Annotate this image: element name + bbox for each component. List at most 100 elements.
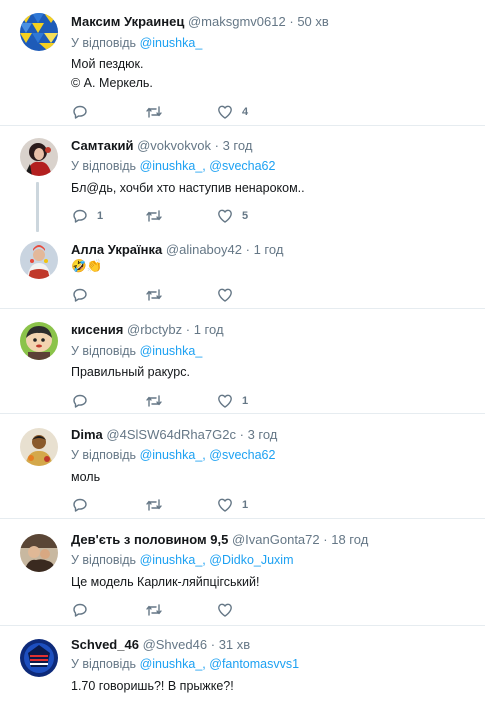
reply-icon [73, 498, 87, 512]
retweet-button[interactable] [145, 601, 163, 619]
avatar[interactable] [20, 13, 58, 51]
mention-link[interactable]: @svecha62 [209, 448, 275, 462]
reply-button[interactable] [72, 286, 88, 304]
tweet-text: Правильный ракурс. [71, 365, 190, 379]
avatar[interactable] [20, 322, 58, 360]
tweet-text: © А. Меркель. [71, 76, 153, 90]
author-name[interactable]: Самтакий [71, 138, 133, 153]
reply-context: У відповідь @inushka_, @svecha62 [71, 159, 275, 173]
like-count: 1 [242, 499, 249, 511]
author-name[interactable]: Алла Українка [71, 242, 162, 257]
reply-button[interactable] [72, 103, 88, 121]
separator-dot: · [210, 637, 216, 652]
avatar[interactable] [20, 138, 58, 176]
heart-icon [218, 105, 232, 119]
mention-link[interactable]: @inushka_, [140, 159, 206, 173]
reply-prefix: У відповідь [71, 344, 137, 358]
separator-dot: · [239, 427, 244, 442]
reply-button[interactable]: 1 [72, 207, 103, 225]
mention-link[interactable]: @svecha62 [209, 159, 275, 173]
like-button[interactable] [217, 286, 233, 304]
mention-link[interactable]: @inushka_ [140, 36, 203, 50]
mention-link[interactable]: @inushka_, [140, 448, 206, 462]
retweet-button[interactable] [145, 496, 163, 514]
retweet-icon [146, 289, 162, 301]
timestamp[interactable]: 1 год [194, 322, 224, 337]
like-button[interactable]: 1 [217, 392, 248, 410]
mention-link[interactable]: @Didko_Juxim [209, 553, 293, 567]
tweet[interactable]: Самтакий @vokvokvok · 3 год У відповідь … [0, 126, 485, 233]
timestamp[interactable]: 1 год [254, 242, 284, 257]
author-handle[interactable]: @rbctybz [127, 322, 182, 337]
reply-prefix: У відповідь [71, 159, 137, 173]
retweet-button[interactable] [145, 392, 163, 410]
like-button[interactable]: 5 [217, 207, 248, 225]
heart-icon [218, 288, 232, 302]
heart-icon [218, 209, 232, 223]
author-handle[interactable]: @maksgmv0612 [188, 14, 286, 29]
tweet-text: моль [71, 470, 101, 484]
author-handle[interactable]: @Shved46 [143, 637, 208, 652]
retweet-button[interactable] [145, 103, 163, 121]
author-name[interactable]: Dima [71, 427, 103, 442]
retweet-button[interactable] [145, 286, 163, 304]
timestamp[interactable]: 3 год [223, 138, 253, 153]
reply-prefix: У відповідь [71, 36, 137, 50]
separator-dot: · [289, 14, 294, 29]
reply-prefix: У відповідь [71, 553, 137, 567]
tweet[interactable]: Dima @4SlSW64dRha7G2c · 3 год У відповід… [0, 414, 485, 518]
reply-icon [73, 603, 87, 617]
avatar[interactable] [20, 639, 58, 677]
tweet-text: Це модель Карлик-ляйпцігський! [71, 575, 260, 589]
separator-dot: · [214, 138, 219, 153]
tweet[interactable]: Дев'єть з половином 9,5 @IvanGonta72 · 1… [0, 519, 485, 625]
like-button[interactable]: 1 [217, 496, 248, 514]
like-button[interactable] [217, 601, 233, 619]
timestamp[interactable]: 3 год [248, 427, 278, 442]
retweet-icon [146, 499, 162, 511]
reply-icon [73, 209, 87, 223]
tweet-text: Мой пездюк. [71, 57, 144, 71]
author-name[interactable]: кисения [71, 322, 123, 337]
reply-button[interactable] [72, 601, 88, 619]
timestamp[interactable]: 31 хв [219, 637, 250, 652]
tweet[interactable]: Максим Украинец @maksgmv0612 · 50 хв У в… [0, 0, 485, 125]
mention-link[interactable]: @inushka_, [140, 553, 206, 567]
avatar[interactable] [20, 534, 58, 572]
author-name[interactable]: Дев'єть з половином 9,5 [71, 532, 228, 547]
retweet-icon [146, 210, 162, 222]
mention-link[interactable]: @inushka_ [140, 344, 203, 358]
retweet-icon [146, 106, 162, 118]
mention-link[interactable]: @inushka_, [140, 657, 206, 671]
retweet-icon [146, 604, 162, 616]
avatar[interactable] [20, 241, 58, 279]
retweet-button[interactable] [145, 207, 163, 225]
like-count: 5 [242, 210, 249, 222]
tweet[interactable]: кисения @rbctybz · 1 год У відповідь @in… [0, 309, 485, 413]
mention-link[interactable]: @fantomasvvs1 [209, 657, 299, 671]
author-handle[interactable]: @alinaboy42 [166, 242, 242, 257]
reply-icon [73, 288, 87, 302]
timestamp[interactable]: 18 год [331, 532, 368, 547]
like-button[interactable]: 4 [217, 103, 248, 121]
timestamp[interactable]: 50 хв [297, 14, 328, 29]
separator-dot: · [245, 242, 250, 257]
author-handle[interactable]: @4SlSW64dRha7G2c [106, 427, 236, 442]
author-handle[interactable]: @vokvokvok [137, 138, 211, 153]
like-count: 1 [242, 395, 249, 407]
author-name[interactable]: Schved_46 [71, 637, 139, 652]
tweet[interactable]: Schved_46 @Shved46 · 31 хв У відповідь @… [0, 626, 485, 701]
tweet-text: 🤣👏 [71, 259, 102, 274]
author-handle[interactable]: @IvanGonta72 [232, 532, 320, 547]
like-count: 4 [242, 106, 249, 118]
reply-context: У відповідь @inushka_ [71, 344, 202, 358]
reply-button[interactable] [72, 496, 88, 514]
avatar[interactable] [20, 428, 58, 466]
tweet[interactable]: Алла Українка @alinaboy42 · 1 год 🤣👏 [0, 233, 485, 308]
reply-button[interactable] [72, 392, 88, 410]
author-name[interactable]: Максим Украинец [71, 14, 184, 29]
tweet-text: 1.70 говоришь?! В прыжке?! [71, 679, 234, 693]
emoji-content: 🤣👏 [71, 259, 103, 273]
reply-prefix: У відповідь [71, 657, 137, 671]
reply-context: У відповідь @inushka_, @fantomasvvs1 [71, 657, 299, 671]
